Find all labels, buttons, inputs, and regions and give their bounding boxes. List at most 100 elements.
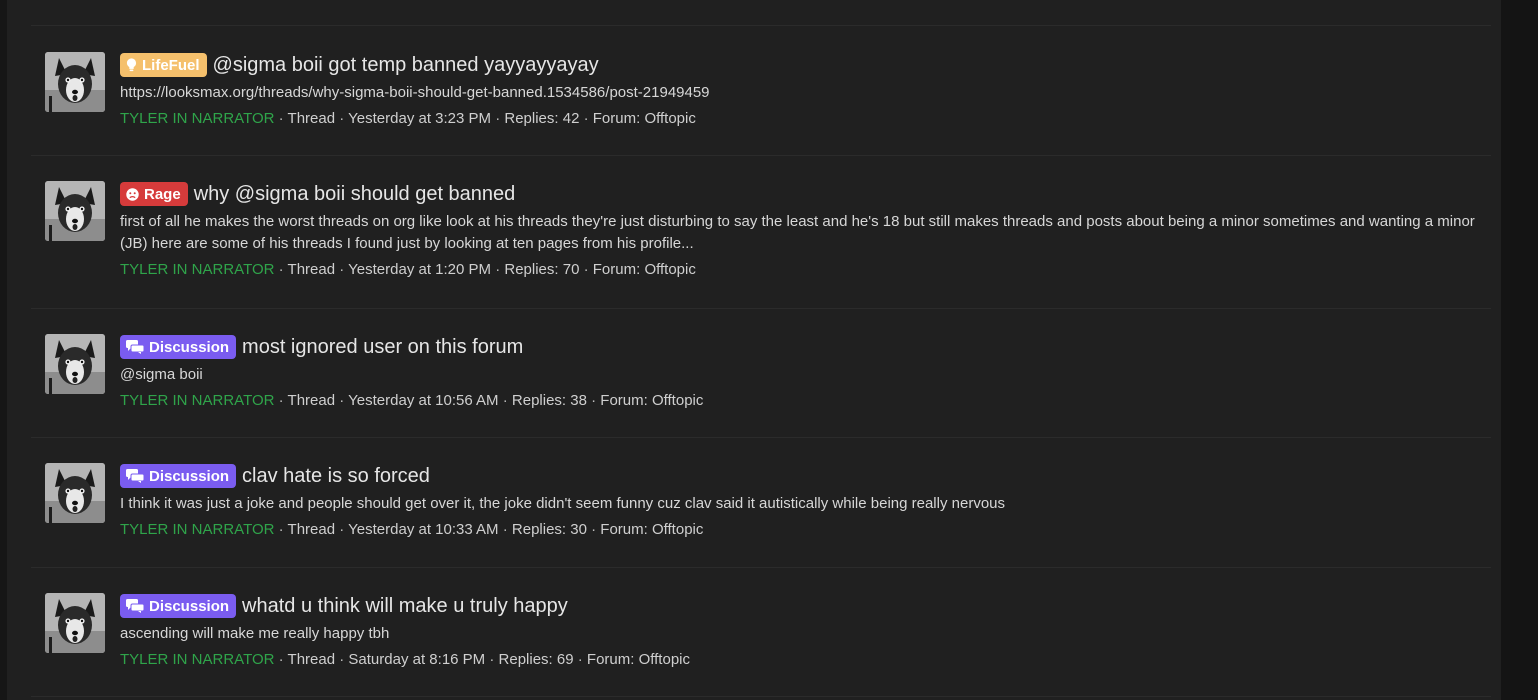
- meta-separator: ·: [591, 392, 601, 409]
- prefix-label-text: Discussion: [149, 338, 230, 356]
- meta-separator: ·: [583, 110, 593, 127]
- meta-separator: ·: [502, 392, 512, 409]
- meta-separator: ·: [278, 110, 288, 127]
- search-result: LifeFuel @sigma boii got temp banned yay…: [31, 52, 1491, 142]
- result-meta: TYLER IN NARRATOR · Thread · Yesterday a…: [120, 520, 1480, 540]
- reply-count: Replies: 42: [504, 110, 580, 127]
- result-snippet: I think it was just a joke and people sh…: [120, 495, 1006, 512]
- thread-title-link[interactable]: most ignored user on this forum: [242, 336, 523, 359]
- prefix-label-text: Discussion: [149, 467, 230, 485]
- meta-separator: ·: [583, 261, 593, 278]
- prefix-label-discussion[interactable]: Discussion: [120, 594, 237, 618]
- result-divider: [31, 437, 1491, 438]
- post-date[interactable]: Yesterday at 10:56 AM: [348, 392, 498, 409]
- post-date[interactable]: Yesterday at 3:23 PM: [348, 110, 491, 127]
- result-divider: [31, 155, 1491, 156]
- result-snippet: @sigma boii: [120, 366, 203, 383]
- prefix-label-lifefuel[interactable]: LifeFuel: [120, 53, 207, 77]
- search-result: Rage why @sigma boii should get banned f…: [31, 181, 1491, 291]
- author-username-link[interactable]: TYLER IN NARRATOR: [120, 261, 274, 278]
- result-meta: TYLER IN NARRATOR · Thread · Yesterday a…: [120, 391, 1480, 411]
- husky-avatar-icon: [45, 463, 105, 523]
- thread-title-link[interactable]: whatd u think will make u truly happy: [242, 595, 568, 618]
- content-type: Thread: [287, 261, 336, 278]
- chat-bubbles-icon: [126, 340, 144, 354]
- author-username-link[interactable]: TYLER IN NARRATOR: [120, 651, 274, 668]
- content-type: Thread: [287, 651, 336, 668]
- prefix-label-rage[interactable]: Rage: [120, 182, 188, 206]
- prefix-label-discussion[interactable]: Discussion: [120, 464, 237, 488]
- husky-avatar-icon: [45, 181, 105, 241]
- husky-avatar-icon: [45, 52, 105, 112]
- lightbulb-icon: [126, 58, 137, 72]
- result-divider: [31, 567, 1491, 568]
- forum-link[interactable]: Forum: Offtopic: [600, 392, 703, 409]
- content-type: Thread: [287, 392, 336, 409]
- meta-separator: ·: [591, 521, 601, 538]
- husky-avatar-icon: [45, 334, 105, 394]
- chat-bubbles-icon: [126, 469, 144, 483]
- result-content: Discussion clav hate is so forced I thin…: [120, 463, 1480, 540]
- avatar[interactable]: [45, 593, 105, 653]
- chat-bubbles-icon: [126, 599, 144, 613]
- search-result: Discussion most ignored user on this for…: [31, 334, 1491, 424]
- result-title-row: Rage why @sigma boii should get banned: [120, 181, 1480, 207]
- result-divider: [31, 696, 1491, 697]
- reply-count: Replies: 70: [504, 261, 580, 278]
- result-title-row: Discussion most ignored user on this for…: [120, 334, 1480, 360]
- results-panel: LifeFuel @sigma boii got temp banned yay…: [7, 0, 1501, 700]
- content-type: Thread: [287, 110, 336, 127]
- prefix-label-text: LifeFuel: [142, 56, 200, 74]
- result-content: Discussion most ignored user on this for…: [120, 334, 1480, 411]
- meta-separator: ·: [278, 392, 288, 409]
- author-username-link[interactable]: TYLER IN NARRATOR: [120, 521, 274, 538]
- search-result: Discussion clav hate is so forced I thin…: [31, 463, 1491, 553]
- meta-separator: ·: [339, 392, 349, 409]
- result-meta: TYLER IN NARRATOR · Thread · Yesterday a…: [120, 109, 1480, 129]
- meta-separator: ·: [495, 261, 505, 278]
- result-title-row: Discussion clav hate is so forced: [120, 463, 1480, 489]
- meta-separator: ·: [339, 110, 349, 127]
- forum-link[interactable]: Forum: Offtopic: [587, 651, 690, 668]
- reply-count: Replies: 38: [511, 392, 587, 409]
- post-date[interactable]: Saturday at 8:16 PM: [348, 651, 485, 668]
- meta-separator: ·: [278, 521, 288, 538]
- avatar[interactable]: [45, 52, 105, 112]
- forum-link[interactable]: Forum: Offtopic: [593, 110, 696, 127]
- avatar[interactable]: [45, 181, 105, 241]
- reply-count: Replies: 69: [498, 651, 574, 668]
- author-username-link[interactable]: TYLER IN NARRATOR: [120, 110, 274, 127]
- meta-separator: ·: [339, 261, 349, 278]
- result-content: Discussion whatd u think will make u tru…: [120, 593, 1480, 670]
- prefix-label-text: Discussion: [149, 597, 230, 615]
- result-divider: [31, 308, 1491, 309]
- post-date[interactable]: Yesterday at 1:20 PM: [348, 261, 491, 278]
- search-result: Discussion whatd u think will make u tru…: [31, 593, 1491, 683]
- forum-link[interactable]: Forum: Offtopic: [600, 521, 703, 538]
- avatar[interactable]: [45, 334, 105, 394]
- meta-separator: ·: [278, 261, 288, 278]
- avatar[interactable]: [45, 463, 105, 523]
- post-date[interactable]: Yesterday at 10:33 AM: [348, 521, 498, 538]
- meta-separator: ·: [489, 651, 499, 668]
- content-type: Thread: [287, 521, 336, 538]
- result-title-row: LifeFuel @sigma boii got temp banned yay…: [120, 52, 1480, 78]
- right-rail: [1501, 0, 1538, 700]
- result-content: Rage why @sigma boii should get banned f…: [120, 181, 1480, 280]
- result-title-row: Discussion whatd u think will make u tru…: [120, 593, 1480, 619]
- thread-title-link[interactable]: @sigma boii got temp banned yayyayyayay: [213, 54, 599, 77]
- result-meta: TYLER IN NARRATOR · Thread · Yesterday a…: [120, 260, 1480, 280]
- result-snippet: ascending will make me really happy tbh: [120, 625, 390, 642]
- meta-separator: ·: [577, 651, 587, 668]
- meta-separator: ·: [495, 110, 505, 127]
- prefix-label-text: Rage: [144, 185, 181, 203]
- thread-title-link[interactable]: why @sigma boii should get banned: [194, 183, 516, 206]
- prefix-label-discussion[interactable]: Discussion: [120, 335, 237, 359]
- forum-link[interactable]: Forum: Offtopic: [593, 261, 696, 278]
- thread-title-link[interactable]: clav hate is so forced: [242, 465, 430, 488]
- result-snippet: https://looksmax.org/threads/why-sigma-b…: [120, 84, 710, 101]
- author-username-link[interactable]: TYLER IN NARRATOR: [120, 392, 274, 409]
- result-divider: [31, 25, 1491, 26]
- reply-count: Replies: 30: [511, 521, 587, 538]
- search-results-page: LifeFuel @sigma boii got temp banned yay…: [0, 0, 1538, 700]
